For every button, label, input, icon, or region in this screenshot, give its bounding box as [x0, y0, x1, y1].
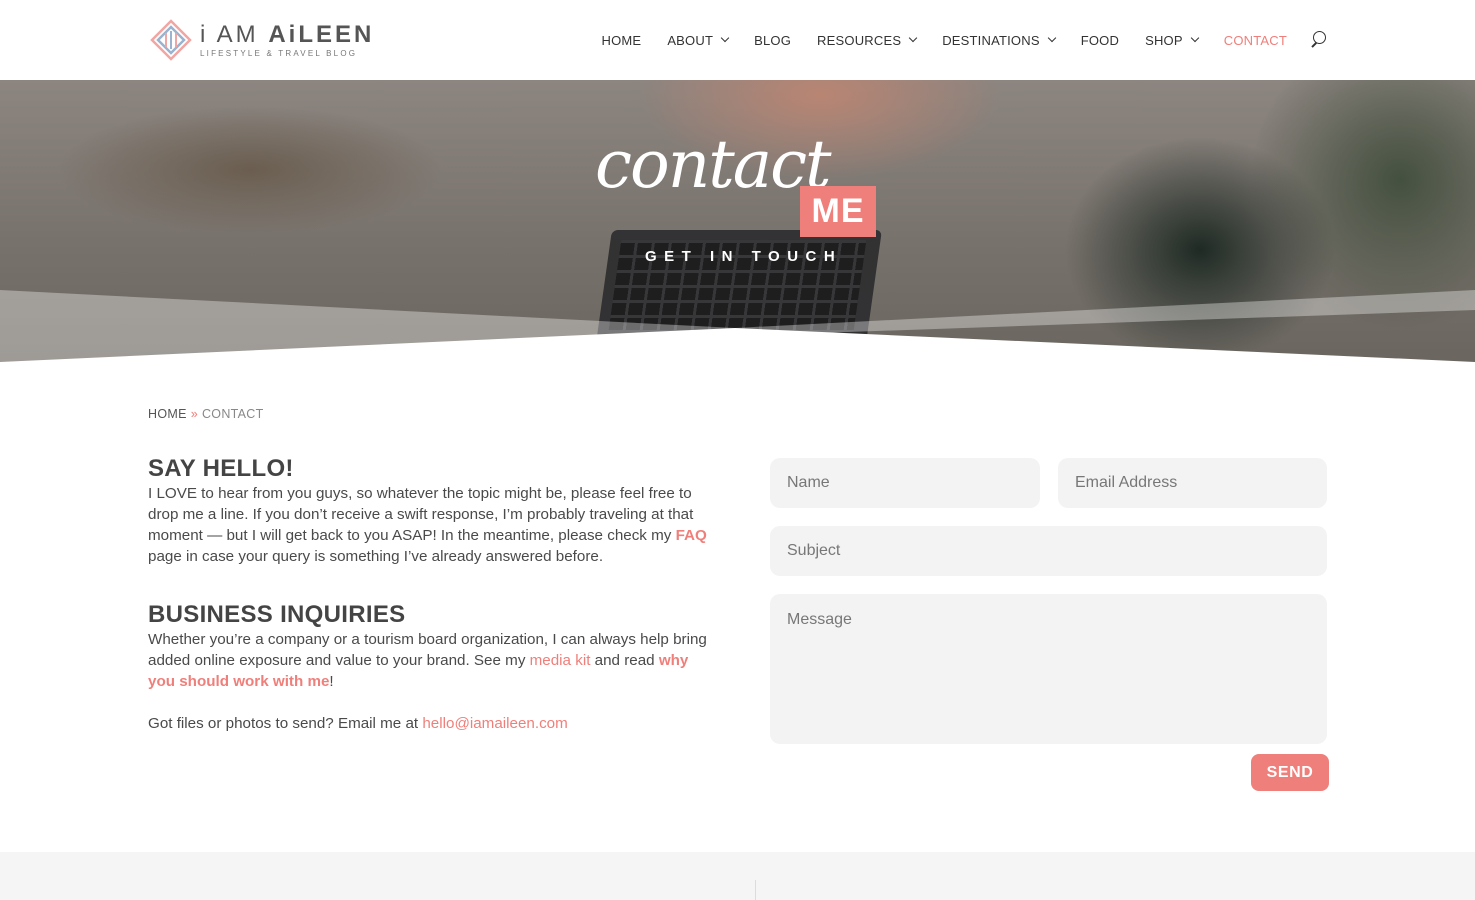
nav-item-blog[interactable]: BLOG — [754, 33, 791, 48]
nav-item-food[interactable]: FOOD — [1081, 33, 1119, 48]
nav-item-home[interactable]: HOME — [602, 33, 642, 48]
chevron-down-icon — [720, 33, 730, 43]
nav-item-shop[interactable]: SHOP — [1145, 33, 1199, 48]
hero-banner: contact ME GET IN TOUCH — [0, 80, 1475, 365]
nav-item-about[interactable]: ABOUT — [667, 33, 730, 48]
message-textarea[interactable] — [770, 594, 1327, 744]
hero-script-title: contact — [595, 126, 832, 203]
hero-wave-divider — [0, 290, 1475, 365]
say-hello-paragraph: I LOVE to hear from you guys, so whateve… — [148, 485, 707, 565]
chevron-down-icon — [908, 33, 918, 43]
media-kit-link[interactable]: media kit — [530, 652, 591, 669]
chevron-down-icon — [1047, 33, 1056, 43]
nav-item-resources[interactable]: RESOURCES — [817, 33, 918, 48]
nav-item-contact[interactable]: CONTACT — [1224, 33, 1287, 48]
breadcrumb-separator: » — [190, 407, 198, 421]
contact-text-column: SAY HELLO! I LOVE to hear from you guys,… — [148, 455, 713, 734]
email-link[interactable]: hello@iamaileen.com — [422, 715, 567, 732]
site-logo[interactable]: i AM AiLEEN LIFESTYLE & TRAVEL BLOG — [150, 18, 374, 62]
hero-me-badge: ME — [800, 186, 876, 237]
breadcrumb: HOME » CONTACT — [148, 407, 264, 421]
site-header: i AM AiLEEN LIFESTYLE & TRAVEL BLOG HOME… — [0, 0, 1475, 80]
footer-section — [0, 852, 1475, 900]
search-icon[interactable] — [1309, 30, 1329, 50]
chevron-down-icon — [1190, 33, 1199, 43]
breadcrumb-current: CONTACT — [201, 407, 264, 421]
subject-input[interactable] — [770, 526, 1327, 576]
business-inquiries-heading: BUSINESS INQUIRIES — [148, 601, 406, 628]
main-nav: HOME ABOUT BLOG RESOURCES DESTINATIONS F… — [576, 0, 1330, 80]
name-input[interactable] — [770, 458, 1040, 508]
logo-name: i AM AiLEEN — [200, 20, 375, 48]
logo-diamond-icon — [150, 19, 192, 61]
footer-divider — [755, 880, 756, 900]
email-input[interactable] — [1058, 458, 1327, 508]
logo-tagline: LIFESTYLE & TRAVEL BLOG — [200, 48, 358, 58]
nav-item-destinations[interactable]: DESTINATIONS — [942, 33, 1056, 48]
business-paragraph: Whether you’re a company or a tourism bo… — [148, 631, 707, 690]
send-button[interactable]: SEND — [1251, 754, 1329, 791]
breadcrumb-home-link[interactable]: HOME — [148, 407, 187, 421]
hero-subtitle: GET IN TOUCH — [645, 248, 843, 265]
say-hello-heading: SAY HELLO! — [148, 455, 294, 482]
faq-link[interactable]: FAQ — [676, 527, 707, 544]
email-paragraph: Got files or photos to send? Email me at… — [148, 715, 568, 732]
